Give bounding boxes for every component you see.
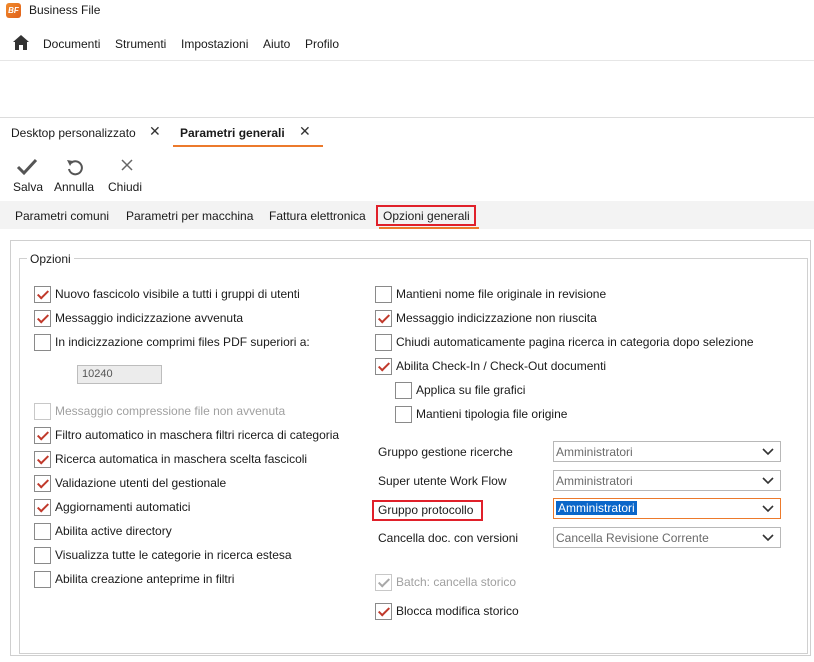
label-anteprime-filtri: Abilita creazione anteprime in filtri xyxy=(55,572,235,586)
checkbox-ricerca-automatica[interactable] xyxy=(34,451,51,468)
label-active-directory: Abilita active directory xyxy=(55,524,172,538)
checkbox-comprimi-pdf[interactable] xyxy=(34,334,51,351)
label-mantieni-nome-file: Mantieni nome file originale in revision… xyxy=(396,287,607,301)
close-icon[interactable]: ✕ xyxy=(299,123,311,140)
close-icon xyxy=(121,159,133,171)
select-value: Cancella Revisione Corrente xyxy=(556,531,709,545)
tab-fattura-elettronica[interactable]: Fattura elettronica xyxy=(269,209,366,223)
checkbox-mantieni-nome-file[interactable] xyxy=(375,286,392,303)
label-applica-file-grafici: Applica su file grafici xyxy=(416,383,526,397)
pdf-size-input[interactable]: 10240 xyxy=(77,365,162,384)
checkbox-nuovo-fascicolo[interactable] xyxy=(34,286,51,303)
checkbox-applica-file-grafici[interactable] xyxy=(395,382,412,399)
undo-label: Annulla xyxy=(54,180,95,194)
checkbox-anteprime-filtri[interactable] xyxy=(34,571,51,588)
tab-parametri-comuni[interactable]: Parametri comuni xyxy=(15,209,109,223)
checkbox-validazione-utenti[interactable] xyxy=(34,475,51,492)
checkmark-icon xyxy=(16,158,38,176)
doc-tab-label: Parametri generali xyxy=(180,126,285,140)
group-title: Opzioni xyxy=(27,252,74,266)
chevron-down-icon xyxy=(762,448,774,456)
label-aggiornamenti-automatici: Aggiornamenti automatici xyxy=(55,500,191,514)
label-indicizzazione-non-riuscita: Messaggio indicizzazione non riuscita xyxy=(396,311,597,325)
area-divider xyxy=(0,117,814,118)
label-highlight-box xyxy=(372,500,483,521)
label-tutte-categorie: Visualizza tutte le categorie in ricerca… xyxy=(55,548,292,562)
active-sub-tab-indicator xyxy=(379,227,479,229)
close-label: Chiudi xyxy=(108,180,143,194)
label-nuovo-fascicolo: Nuovo fascicolo visibile a tutti i grupp… xyxy=(55,287,300,301)
checkbox-active-directory[interactable] xyxy=(34,523,51,540)
label-ricerca-automatica: Ricerca automatica in maschera scelta fa… xyxy=(55,452,308,466)
doc-tab-label: Desktop personalizzato xyxy=(11,126,136,140)
checkbox-tutte-categorie[interactable] xyxy=(34,547,51,564)
select-value: Amministratori xyxy=(556,474,633,488)
checkbox-chiudi-pagina-ricerca[interactable] xyxy=(375,334,392,351)
label-comprimi-pdf: In indicizzazione comprimi files PDF sup… xyxy=(55,335,310,349)
close-icon[interactable]: ✕ xyxy=(149,123,161,140)
checkbox-messaggio-indicizzazione-avvenuta[interactable] xyxy=(34,310,51,327)
select-super-utente-workflow[interactable]: Amministratori xyxy=(553,470,781,491)
label-messaggio-compressione: Messaggio compressione file non avvenuta xyxy=(55,404,286,418)
label-blocca-modifica-storico: Blocca modifica storico xyxy=(396,604,519,618)
tab-parametri-per-macchina[interactable]: Parametri per macchina xyxy=(126,209,253,223)
label-validazione-utenti: Validazione utenti del gestionale xyxy=(55,476,227,490)
menu-aiuto[interactable]: Aiuto xyxy=(263,37,290,51)
label-batch-cancella-storico: Batch: cancella storico xyxy=(396,575,517,589)
select-gruppo-protocollo[interactable]: Amministratori xyxy=(553,498,781,519)
doc-tab-parametri-generali[interactable]: Parametri generali ✕ xyxy=(173,119,323,147)
label-chiudi-pagina-ricerca: Chiudi automaticamente pagina ricerca in… xyxy=(396,335,754,349)
select-cancella-doc-versioni[interactable]: Cancella Revisione Corrente xyxy=(553,527,781,548)
label-check-in-out: Abilita Check-In / Check-Out documenti xyxy=(396,359,607,373)
save-label: Salva xyxy=(13,180,44,194)
save-button[interactable]: Salva xyxy=(10,155,46,197)
select-gruppo-gestione-ricerche[interactable]: Amministratori xyxy=(553,441,781,462)
checkbox-blocca-modifica-storico[interactable] xyxy=(375,603,392,620)
chevron-down-icon xyxy=(762,534,774,542)
menu-divider xyxy=(0,60,814,61)
menu-bar: Documenti Strumenti Impostazioni Aiuto P… xyxy=(0,32,814,56)
title-bar: BF Business File xyxy=(0,0,814,22)
tab-highlight-box xyxy=(376,205,476,226)
home-icon[interactable] xyxy=(12,34,30,52)
app-logo: BF xyxy=(6,3,21,18)
checkbox-batch-cancella-storico[interactable] xyxy=(375,574,392,591)
label-gruppo-gestione-ricerche: Gruppo gestione ricerche xyxy=(378,445,513,459)
menu-strumenti[interactable]: Strumenti xyxy=(115,37,166,51)
select-value: Amministratori xyxy=(556,501,637,515)
checkbox-aggiornamenti-automatici[interactable] xyxy=(34,499,51,516)
label-cancella-doc-versioni: Cancella doc. con versioni xyxy=(378,531,519,545)
menu-documenti[interactable]: Documenti xyxy=(43,37,100,51)
checkbox-check-in-out[interactable] xyxy=(375,358,392,375)
checkbox-indicizzazione-non-riuscita[interactable] xyxy=(375,310,392,327)
checkbox-mantieni-tipologia[interactable] xyxy=(395,406,412,423)
checkbox-filtro-automatico[interactable] xyxy=(34,427,51,444)
close-button[interactable]: Chiudi xyxy=(106,155,146,197)
label-mantieni-tipologia: Mantieni tipologia file origine xyxy=(416,407,568,421)
select-value: Amministratori xyxy=(556,445,633,459)
checkbox-messaggio-compressione[interactable] xyxy=(34,403,51,420)
chevron-down-icon xyxy=(762,477,774,485)
label-filtro-automatico: Filtro automatico in maschera filtri ric… xyxy=(55,428,340,442)
label-super-utente-workflow: Super utente Work Flow xyxy=(378,474,507,488)
active-tab-indicator xyxy=(173,145,323,147)
chevron-down-icon xyxy=(762,505,774,513)
doc-tab-desktop-personalizzato[interactable]: Desktop personalizzato ✕ xyxy=(0,119,170,147)
undo-button[interactable]: Annulla xyxy=(53,155,99,197)
app-title: Business File xyxy=(29,3,101,17)
menu-profilo[interactable]: Profilo xyxy=(305,37,339,51)
undo-icon xyxy=(67,160,83,176)
label-messaggio-indicizzazione-avvenuta: Messaggio indicizzazione avvenuta xyxy=(55,311,244,325)
menu-impostazioni[interactable]: Impostazioni xyxy=(181,37,248,51)
